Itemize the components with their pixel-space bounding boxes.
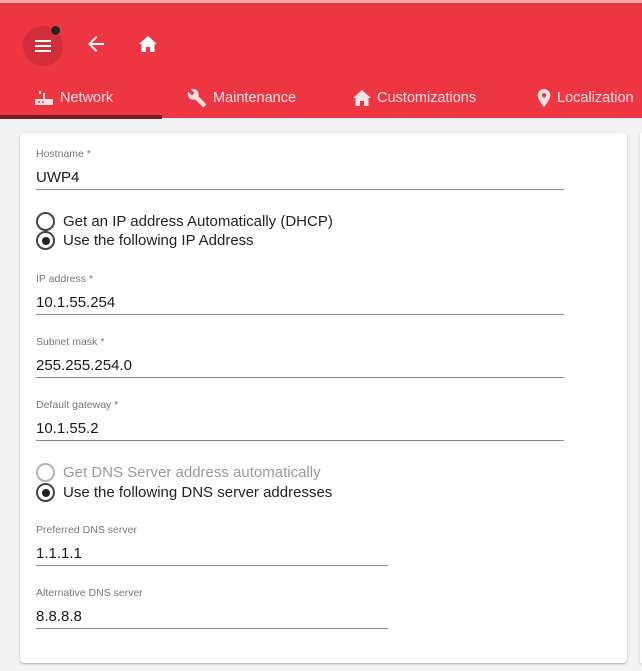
ip-address-underline (36, 314, 564, 315)
alternative-dns-value[interactable]: 8.8.8.8 (36, 608, 388, 625)
map-pin-icon (537, 89, 551, 107)
subnet-mask-underline (36, 377, 564, 378)
tab-maintenance[interactable]: Maintenance (187, 75, 296, 121)
alternative-dns-label: Alternative DNS server (36, 587, 143, 599)
preferred-dns-field[interactable]: Preferred DNS server 1.1.1.1 (36, 524, 388, 566)
arrow-left-icon (88, 36, 104, 52)
preferred-dns-value[interactable]: 1.1.1.1 (36, 545, 388, 562)
preferred-dns-underline (36, 565, 388, 566)
menu-button[interactable] (23, 25, 63, 66)
radio-dns-static-circle[interactable] (36, 483, 55, 502)
tab-network-label: Network (60, 90, 114, 106)
radio-dns-static[interactable]: Use the following DNS server addresses (36, 483, 332, 502)
radio-dns-auto-circle[interactable] (36, 463, 55, 482)
tab-customizations-label: Customizations (377, 90, 477, 106)
app-toolbar: Network Maintenance Customizations Local… (0, 0, 642, 121)
router-icon (35, 91, 53, 105)
home-icon (139, 36, 157, 52)
tab-localization-label: Localization (557, 90, 634, 106)
hamburger-icon (35, 40, 51, 52)
preferred-dns-label: Preferred DNS server (36, 524, 137, 536)
wrench-icon (187, 88, 207, 108)
radio-ip-dhcp-circle[interactable] (36, 212, 55, 231)
radio-dns-auto-label: Get DNS Server address automatically (63, 464, 321, 481)
radio-ip-dhcp-label: Get an IP address Automatically (DHCP) (63, 213, 333, 230)
alternative-dns-underline (36, 628, 388, 629)
hostname-value[interactable]: UWP4 (36, 169, 564, 186)
radio-ip-dhcp[interactable]: Get an IP address Automatically (DHCP) (36, 212, 333, 231)
home-icon (353, 90, 371, 106)
radio-ip-static-circle[interactable] (36, 231, 55, 250)
hostname-label: Hostname * (36, 148, 91, 160)
hostname-field[interactable]: Hostname * UWP4 (36, 148, 564, 190)
ip-address-value[interactable]: 10.1.55.254 (36, 294, 564, 311)
default-gateway-field[interactable]: Default gateway * 10.1.55.2 (36, 399, 564, 441)
subnet-mask-field[interactable]: Subnet mask * 255.255.254.0 (36, 336, 564, 378)
home-button[interactable] (135, 31, 161, 57)
hostname-underline (36, 189, 564, 190)
alternative-dns-field[interactable]: Alternative DNS server 8.8.8.8 (36, 587, 388, 629)
ip-address-field[interactable]: IP address * 10.1.55.254 (36, 273, 564, 315)
tab-maintenance-label: Maintenance (213, 90, 297, 106)
subnet-mask-value[interactable]: 255.255.254.0 (36, 357, 564, 374)
radio-dns-static-label: Use the following DNS server addresses (63, 484, 333, 501)
subnet-mask-label: Subnet mask * (36, 336, 105, 348)
tab-customizations[interactable]: Customizations (353, 75, 476, 121)
default-gateway-underline (36, 440, 564, 441)
active-tab-indicator (0, 115, 162, 119)
radio-dns-auto[interactable]: Get DNS Server address automatically (36, 463, 321, 482)
radio-ip-static[interactable]: Use the following IP Address (36, 231, 254, 250)
default-gateway-value[interactable]: 10.1.55.2 (36, 420, 564, 437)
notification-dot (50, 25, 61, 36)
tab-localization[interactable]: Localization (537, 75, 634, 121)
ip-address-label: IP address * (36, 273, 94, 285)
back-button[interactable] (83, 31, 109, 57)
network-settings-card: Hostname * UWP4 Get an IP address Automa… (20, 133, 627, 663)
default-gateway-label: Default gateway * (36, 399, 119, 411)
radio-ip-static-label: Use the following IP Address (63, 232, 254, 249)
